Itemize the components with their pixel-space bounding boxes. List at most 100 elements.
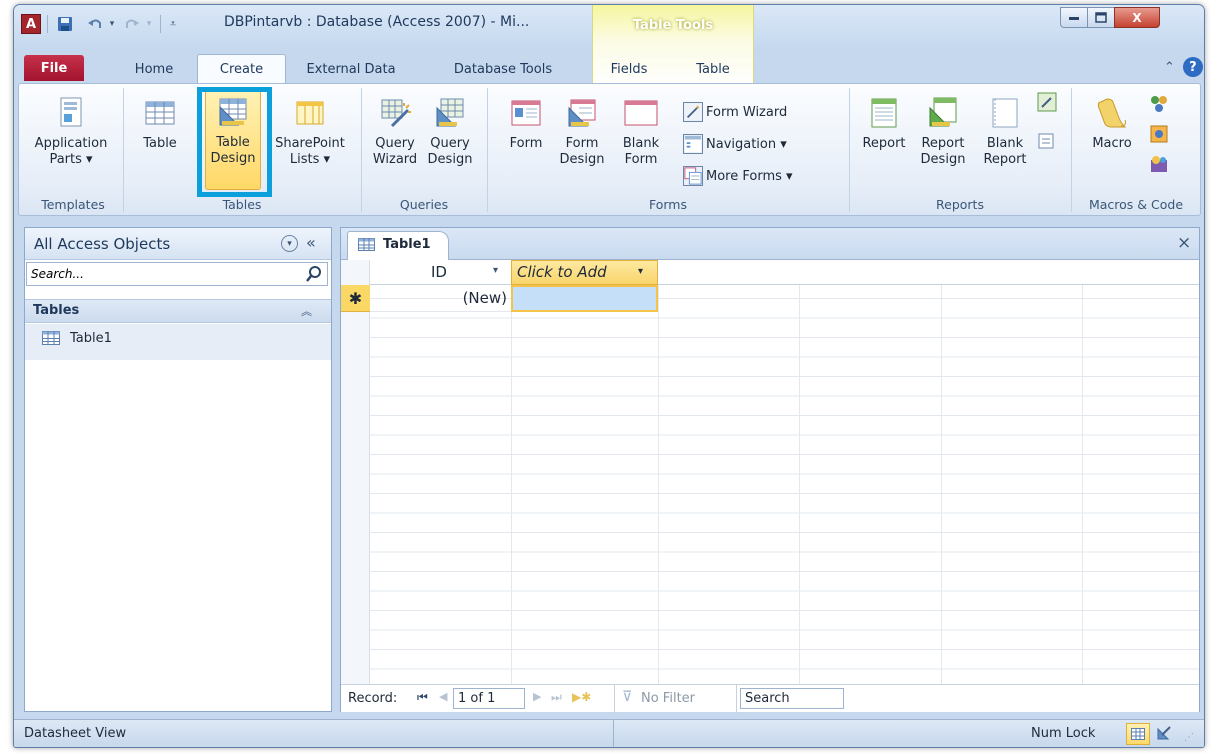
macro-button[interactable]: Macro <box>1083 88 1141 152</box>
next-record-icon[interactable]: ▶ <box>533 690 541 703</box>
redo-dropdown-icon[interactable]: ▾ <box>144 13 154 35</box>
blank-report-icon <box>992 98 1018 128</box>
datasheet-view-icon <box>1131 728 1145 740</box>
visual-basic-icon[interactable] <box>1149 154 1169 178</box>
more-forms-icon <box>683 166 703 186</box>
report-button[interactable]: Report <box>857 88 911 152</box>
first-record-icon[interactable]: ⏮ <box>417 690 428 705</box>
column-dropdown-icon[interactable]: ▾ <box>638 266 643 277</box>
nav-menu-chevron-icon[interactable]: ▾ <box>281 235 298 252</box>
table-icon <box>145 101 175 125</box>
undo-icon[interactable] <box>84 13 106 35</box>
navigation-button[interactable]: Navigation ▾ <box>683 134 787 154</box>
num-lock-indicator: Num Lock <box>1031 726 1096 741</box>
query-design-button[interactable]: Query Design <box>423 88 477 168</box>
report-design-icon <box>929 97 957 127</box>
form-design-icon <box>568 99 596 127</box>
sharepoint-lists-button[interactable]: SharePoint Lists ▾ <box>269 88 351 168</box>
application-parts-button[interactable]: Application Parts ▾ <box>25 88 117 168</box>
class-module-icon[interactable] <box>1149 124 1169 148</box>
previous-record-icon[interactable]: ◀ <box>439 690 447 703</box>
new-record-selector[interactable]: ✱ <box>341 285 370 312</box>
table-icon <box>358 238 375 251</box>
form-wizard-icon <box>683 102 703 122</box>
form-wizard-button[interactable]: Form Wizard <box>683 102 787 122</box>
form-design-button[interactable]: Form Design <box>556 88 608 168</box>
qat-separator <box>160 15 161 33</box>
report-icon <box>871 98 897 128</box>
minimize-button[interactable] <box>1060 7 1088 28</box>
resize-grip-icon[interactable]: ⋰ <box>1184 732 1194 743</box>
tables-group-label: Tables <box>222 197 262 212</box>
window-title: DBPintarvb : Database (Access 2007) - Mi… <box>224 14 530 30</box>
macros-group-label: Macros & Code <box>1088 197 1184 212</box>
status-bar: Datasheet View Num Lock ⋰ <box>14 719 1204 747</box>
tab-database-tools[interactable]: Database Tools <box>440 56 566 82</box>
tab-create[interactable]: Create <box>197 54 286 84</box>
no-filter-label[interactable]: No Filter <box>641 691 695 706</box>
collapse-group-icon[interactable]: ︽ <box>301 303 312 319</box>
navigation-pane: All Access Objects ▾ « Tables ︽ Table1 <box>24 227 332 712</box>
tab-table[interactable]: Table <box>686 56 740 82</box>
form-icon <box>511 100 541 126</box>
shutter-bar-close-icon[interactable]: « <box>306 233 316 252</box>
nav-item-label: Table1 <box>70 331 112 346</box>
tab-external-data[interactable]: External Data <box>301 56 401 82</box>
sharepoint-lists-icon <box>296 101 324 125</box>
new-record-icon[interactable]: ▶✱ <box>572 690 591 704</box>
search-icon[interactable] <box>305 265 323 287</box>
new-record-id-cell[interactable]: (New) <box>370 285 511 312</box>
tab-home[interactable]: Home <box>126 56 182 82</box>
minimize-ribbon-icon[interactable]: ⌃ <box>1164 60 1175 75</box>
table-tools-title: Table Tools <box>632 18 714 33</box>
redo-icon[interactable] <box>121 13 143 35</box>
help-area: ⌃ ? <box>1164 57 1203 77</box>
form-button[interactable]: Form <box>501 88 551 152</box>
more-forms-button[interactable]: More Forms ▾ <box>683 166 793 186</box>
report-design-button[interactable]: Report Design <box>915 88 971 168</box>
report-wizard-icon[interactable] <box>1037 92 1059 114</box>
column-header-click-to-add[interactable]: Click to Add ▾ <box>511 260 658 285</box>
last-record-icon[interactable]: ⏭ <box>551 690 562 705</box>
filter-icon[interactable]: ⊽ <box>622 689 632 705</box>
tab-fields[interactable]: Fields <box>600 56 658 82</box>
new-record-active-cell[interactable] <box>511 285 658 312</box>
templates-group-label: Templates <box>41 197 105 212</box>
blank-form-button[interactable]: Blank Form <box>616 88 666 168</box>
nav-search-input[interactable] <box>27 263 299 285</box>
help-icon[interactable]: ? <box>1182 57 1203 77</box>
close-button[interactable]: X <box>1114 7 1160 28</box>
column-dropdown-icon[interactable]: ▾ <box>493 265 498 276</box>
document-tab-table1[interactable]: Table1 <box>347 231 449 260</box>
nav-search-box <box>26 262 328 286</box>
close-document-icon[interactable]: × <box>1177 233 1191 253</box>
tab-file[interactable]: File <box>24 55 84 81</box>
query-wizard-button[interactable]: Query Wizard <box>369 88 421 168</box>
table-button[interactable]: Table <box>136 88 184 152</box>
queries-group-label: Queries <box>399 197 449 212</box>
record-search-input[interactable]: Search <box>740 688 844 709</box>
save-icon[interactable] <box>54 13 76 35</box>
datasheet-view-button[interactable] <box>1126 723 1150 745</box>
maximize-button[interactable] <box>1087 7 1115 28</box>
nav-group-tables[interactable]: Tables ︽ <box>25 299 331 323</box>
current-record-input[interactable]: 1 of 1 <box>453 688 525 709</box>
record-selector-column <box>341 260 370 684</box>
access-app-icon[interactable]: A <box>21 14 41 34</box>
module-icon[interactable] <box>1149 94 1169 118</box>
datasheet-document: Table1 × ID ▾ Click to Add ▾ ✱ (New) Rec… <box>340 227 1200 713</box>
view-status: Datasheet View <box>24 726 127 741</box>
nav-header[interactable]: All Access Objects ▾ « <box>25 228 331 260</box>
design-view-button[interactable] <box>1156 725 1172 745</box>
customize-qat-icon[interactable]: ⩡ <box>165 13 181 35</box>
table-design-highlight <box>197 87 272 197</box>
blank-report-button[interactable]: Blank Report <box>977 88 1033 168</box>
column-header-label: ID <box>431 263 447 281</box>
nav-item-table1[interactable]: Table1 <box>25 324 331 360</box>
nav-group-label: Tables <box>33 303 80 318</box>
column-header-id[interactable]: ID ▾ <box>370 260 511 285</box>
select-all-corner[interactable] <box>341 260 370 285</box>
labels-icon[interactable] <box>1037 132 1059 154</box>
undo-dropdown-icon[interactable]: ▾ <box>107 13 117 35</box>
nav-title: All Access Objects <box>34 235 171 253</box>
